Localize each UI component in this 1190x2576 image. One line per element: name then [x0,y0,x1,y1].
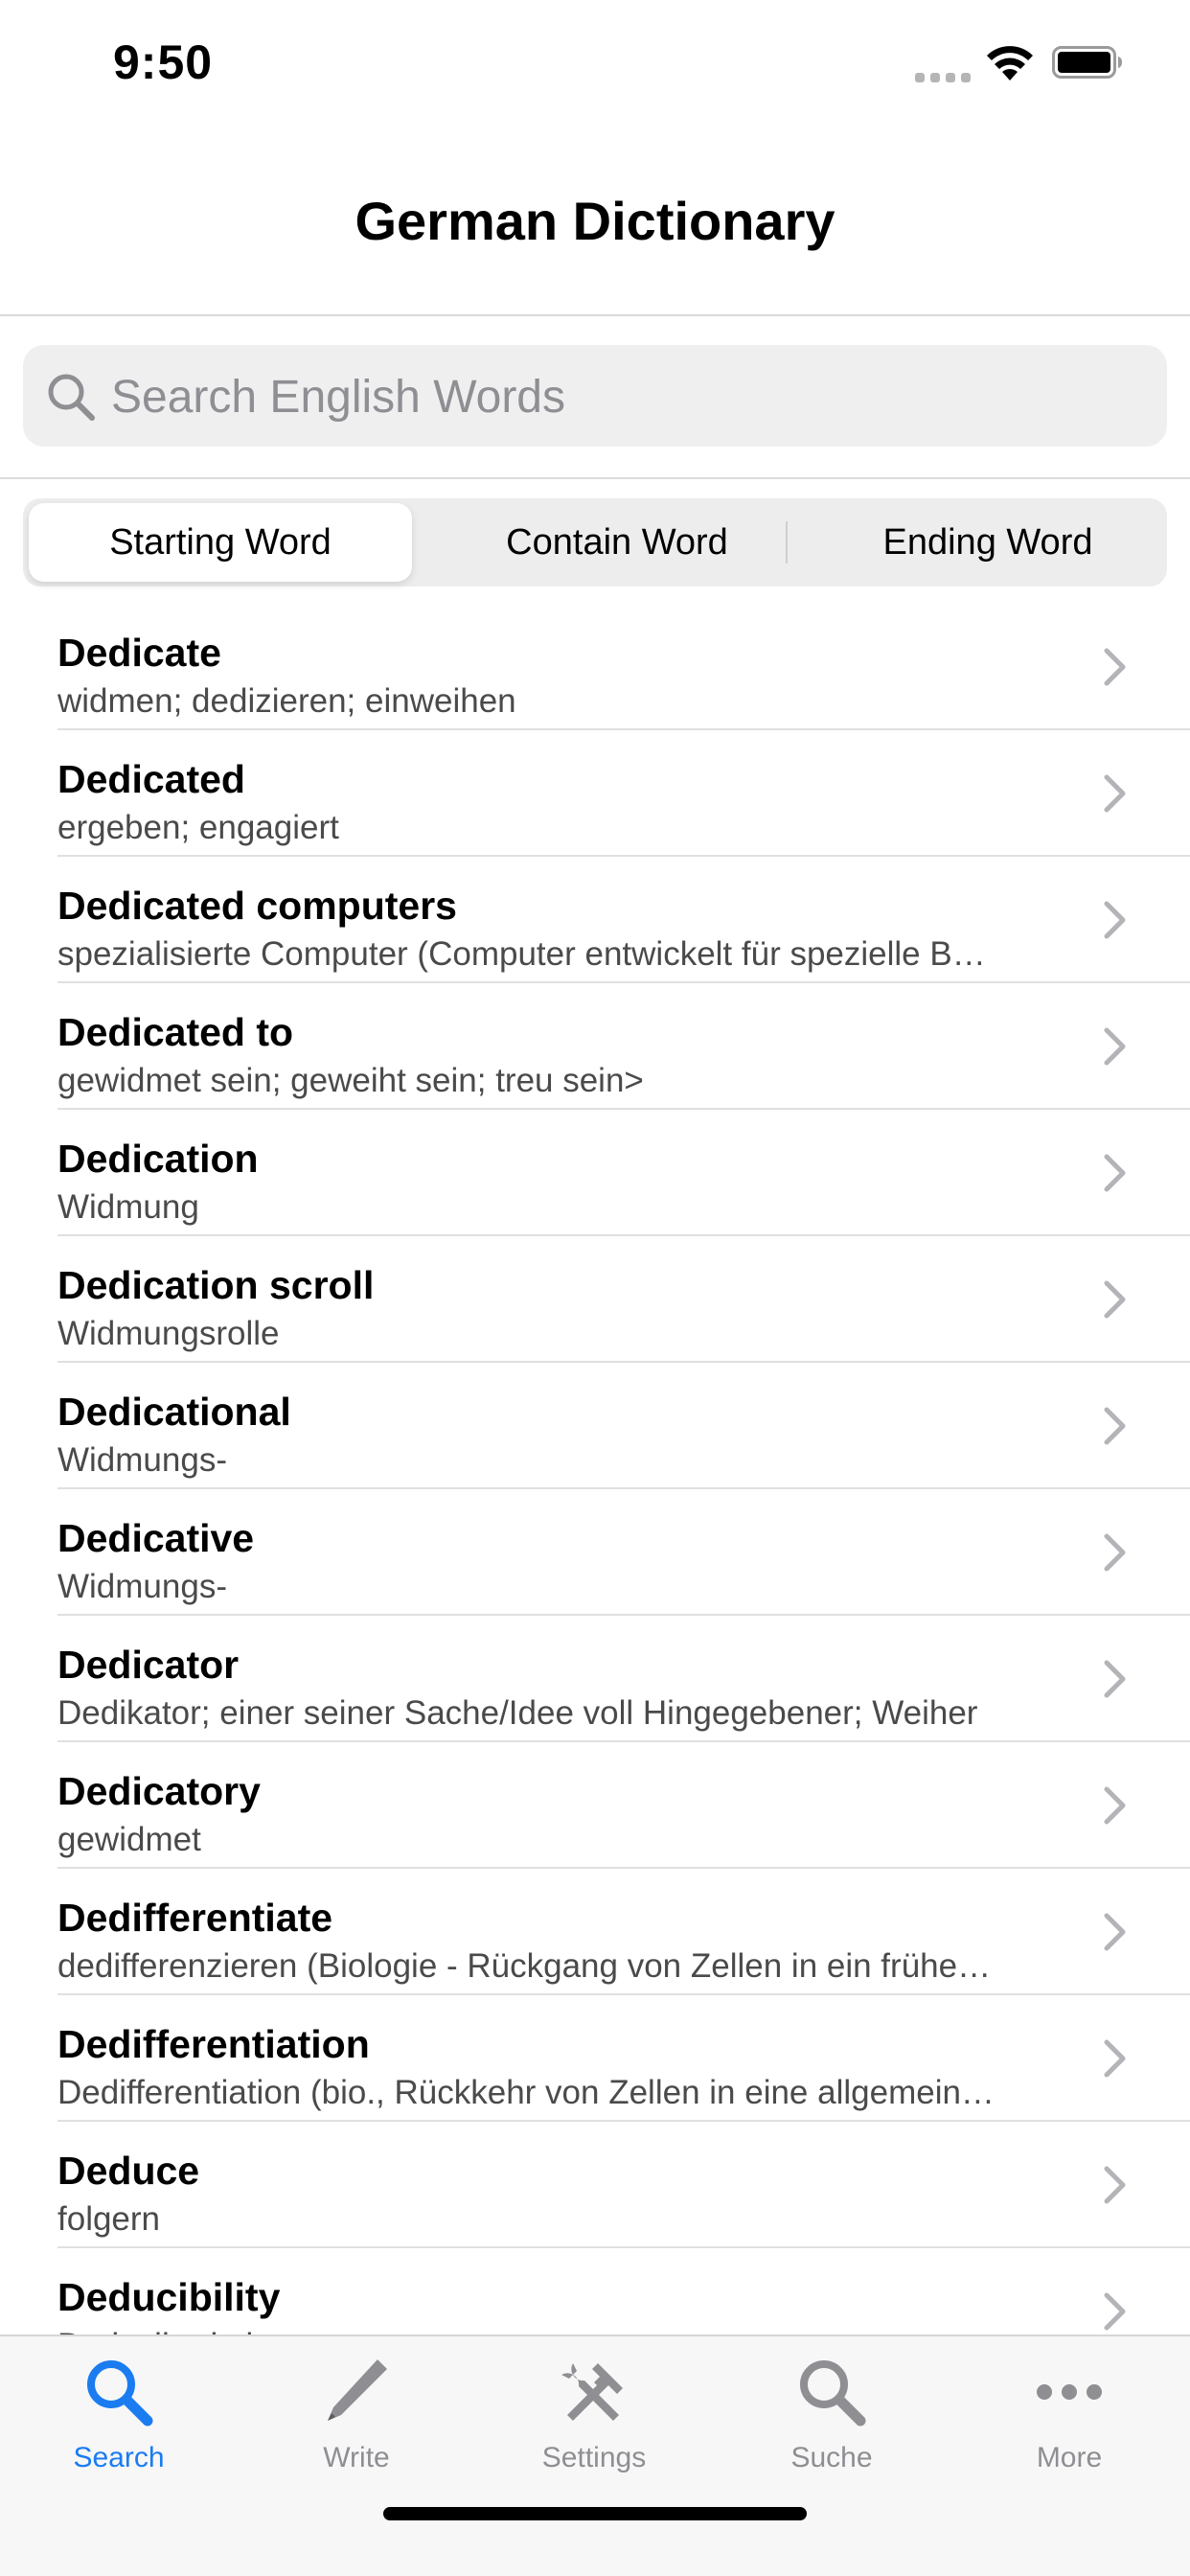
status-time: 9:50 [113,35,214,89]
magnifier-icon [800,2360,866,2426]
page-title: German Dictionary [355,191,835,251]
segment-ending-word[interactable]: Ending Word [809,498,1167,586]
list-item[interactable]: Deduce folgern [0,2122,1190,2248]
search-area [0,316,1190,479]
segment-contain-word[interactable]: Contain Word [425,498,809,586]
chevron-right-icon [1104,1280,1126,1319]
entry-word: Deducibility [57,2275,281,2319]
tab-more[interactable]: More [950,2336,1188,2490]
tab-label: Settings [541,2442,647,2473]
list-item[interactable]: Dedicational Widmungs- [0,1363,1190,1489]
list-item[interactable]: Dedicatory gewidmet [0,1742,1190,1869]
search-input[interactable] [109,345,1148,448]
entry-word: Dedifferentiation [57,2022,370,2066]
entry-translation: Widmung [57,1188,199,1226]
tab-label: More [1036,2442,1103,2473]
entry-word: Dedicative [57,1516,255,1560]
entry-word: Dedicated to [57,1010,294,1054]
chevron-right-icon [1104,1786,1126,1825]
pencil-icon [328,2359,387,2421]
list-item[interactable]: Dedication Widmung [0,1110,1190,1236]
entry-word: Dedicate [57,631,221,675]
status-bar: 9:50 [0,0,1190,126]
list-item[interactable]: Dedifferentiate dedifferenzieren (Biologi… [0,1869,1190,1995]
chevron-right-icon [1104,1407,1126,1445]
entry-translation: gewidmet [57,1821,201,1858]
list-item[interactable]: Dedifferentiation Dedifferentiation (bio.… [0,1995,1190,2122]
entry-translation: Deducibarkeit [57,2327,1073,2334]
entry-translation: folgern [57,2200,161,2238]
chevron-right-icon [1104,1533,1126,1572]
list-item[interactable]: Dedicate widmen; dedizieren; einweihen [0,604,1190,730]
tab-suche[interactable]: Suche [713,2336,950,2490]
chevron-right-icon [1104,1660,1126,1698]
tab-write[interactable]: Write [238,2336,475,2490]
entry-word: Deduce [57,2149,200,2193]
entry-word: Dedifferentiate [57,1896,333,1940]
chevron-right-icon [1104,1154,1126,1192]
list-item[interactable]: Dedicator Dedikator; einer seiner Sache/I… [0,1616,1190,1742]
entry-word: Dedication scroll [57,1263,375,1307]
entry-translation: dedifferenzieren (Biologie - Rückgang vo… [57,1947,992,1985]
navigation-bar: German Dictionary [0,126,1190,316]
list-item[interactable]: Dedicative Widmungs- [0,1489,1190,1616]
search-mode-segmented-control: Starting Word Contain Word Ending Word [23,498,1167,586]
entry-translation: Dedifferentiation (bio., Rückkehr von Ze… [57,2074,995,2111]
entry-word: Dedicated computers [57,884,457,928]
entry-word: Dedicatory [57,1769,261,1813]
tab-settings[interactable]: Settings [475,2336,713,2490]
word-list: Dedicate widmen; dedizieren; einweihen De… [0,604,1190,2334]
chevron-right-icon [1104,2039,1126,2078]
list-item[interactable]: Dedication scroll Widmungsrolle [0,1236,1190,1363]
chevron-right-icon [1104,648,1126,686]
search-field[interactable] [23,345,1167,448]
list-item[interactable]: Dedicated ergeben; engagiert [0,730,1190,857]
list-item[interactable]: Dedicated computers spezialisierte Comput… [0,857,1190,983]
cellular-signal-icon [915,73,971,82]
entry-translation: ergeben; engagiert [57,809,339,846]
entry-word: Dedicator [57,1643,240,1687]
ellipsis-icon [1037,2384,1102,2400]
tools-icon [561,2363,623,2421]
entry-translation: gewidmet sein; geweiht sein; treu sein> [57,1062,644,1099]
entry-word: Dedication [57,1137,259,1181]
chevron-right-icon [1104,2292,1126,2331]
entry-translation: Widmungs- [57,1568,227,1605]
tab-search[interactable]: Search [0,2336,238,2490]
entry-translation: Dedikator; einer seiner Sache/Idee voll … [57,1694,978,1732]
segment-divider [786,521,788,564]
list-item[interactable]: Deducibility Deducibarkeit [0,2248,1190,2334]
chevron-right-icon [1104,2166,1126,2204]
entry-translation: Widmungs- [57,1441,227,1479]
chevron-right-icon [1104,774,1126,813]
entry-word: Dedicational [57,1390,291,1434]
tab-label: Search [73,2442,165,2473]
search-icon [48,374,95,421]
battery-icon [1052,46,1122,79]
segment-starting-word[interactable]: Starting Word [29,503,412,582]
app-screen: 9:50 German Dictionary Starting Word Con… [0,0,1190,2576]
entry-translation: spezialisierte Computer (Computer entwic… [57,935,986,973]
chevron-right-icon [1104,901,1126,939]
tab-label: Write [323,2442,390,2473]
chevron-right-icon [1104,1913,1126,1951]
list-item[interactable]: Dedicated to gewidmet sein; geweiht sein;… [0,983,1190,1110]
entry-word: Dedicated [57,757,245,801]
tab-bar: Search Write Settings Suche More [0,2334,1190,2576]
wifi-icon [987,46,1033,80]
home-indicator [383,2507,807,2520]
chevron-right-icon [1104,1027,1126,1066]
magnifier-icon [87,2360,153,2426]
tab-label: Suche [790,2442,873,2473]
entry-translation: widmen; dedizieren; einweihen [57,682,516,720]
entry-translation: Widmungsrolle [57,1315,280,1352]
